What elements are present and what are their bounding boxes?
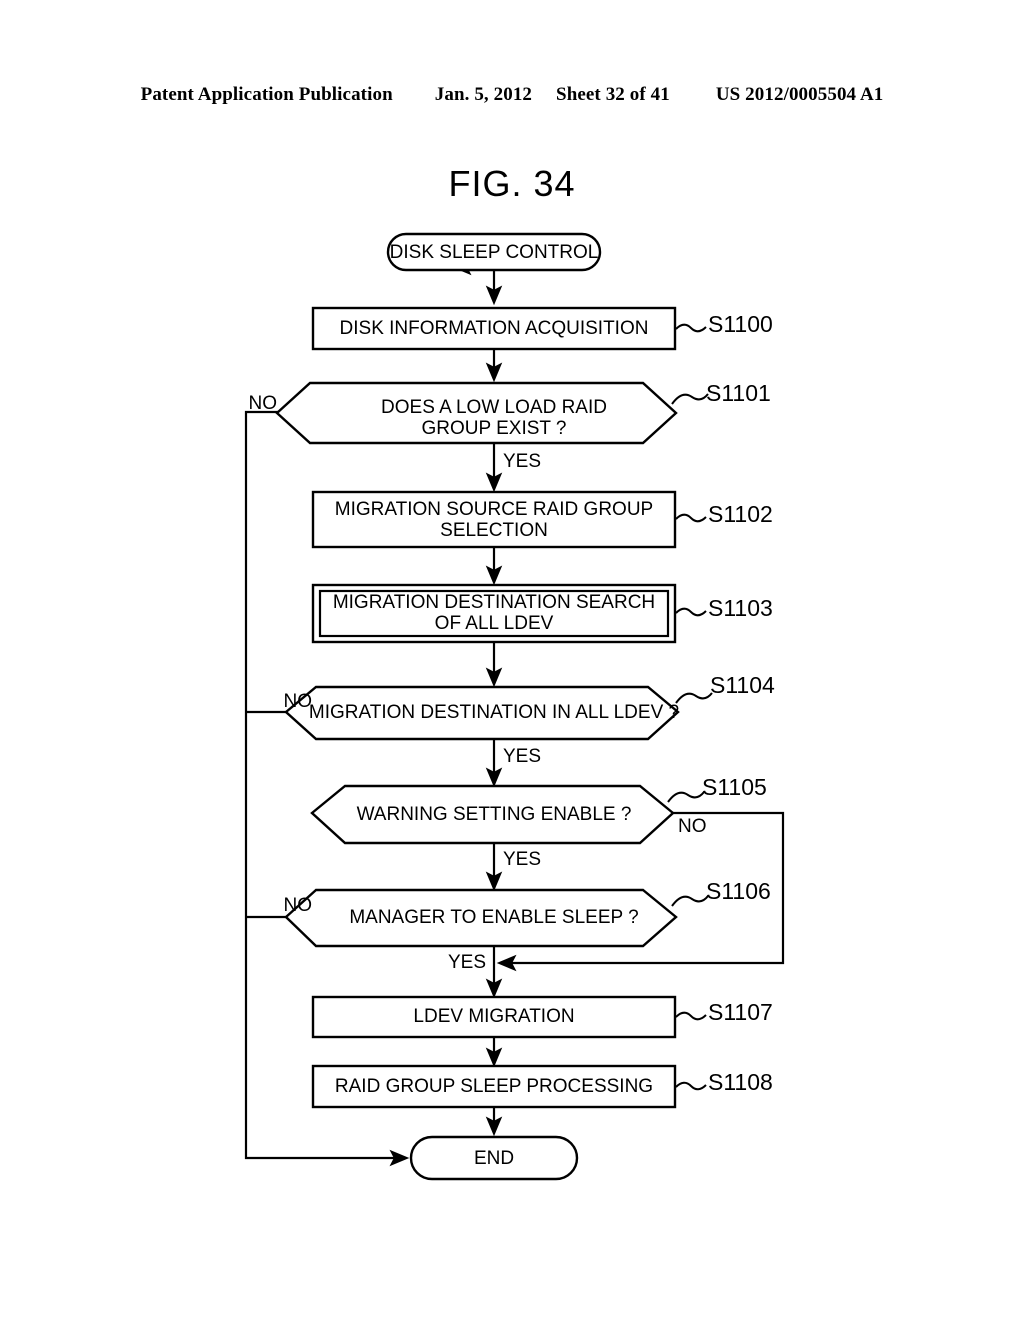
node-s1101: DOES A LOW LOAD RAID GROUP EXIST ? S1101…: [249, 380, 771, 472]
edge-label-s1104-no: NO: [284, 691, 313, 712]
node-s1100: DISK INFORMATION ACQUISITION S1100: [311, 306, 773, 351]
edge-label-s1104-yes: YES: [503, 746, 541, 767]
edge-label-s1105-yes: YES: [503, 849, 541, 870]
node-s1102-label-line2: SELECTION: [440, 520, 548, 541]
flowchart-canvas: DISK SLEEP CONTROL DISK INFORMATION ACQU…: [244, 232, 785, 1181]
node-s1106-label: MANAGER TO ENABLE SLEEP ?: [349, 907, 638, 928]
step-connector-s1106: [671, 895, 709, 907]
edge-label-s1106-no: NO: [284, 895, 313, 916]
node-s1103-label-line2: OF ALL LDEV: [435, 613, 554, 634]
step-connector-s1101: [671, 393, 709, 405]
node-s1107: LDEV MIGRATION S1107: [311, 995, 773, 1039]
step-connector-s1105: [667, 791, 705, 803]
node-s1105: WARNING SETTING ENABLE ? S1105 NO YES: [310, 774, 767, 870]
node-s1106: MANAGER TO ENABLE SLEEP ? S1106 NO YES: [284, 878, 771, 973]
node-start-label: DISK SLEEP CONTROL: [390, 242, 599, 263]
step-label-s1106: S1106: [706, 878, 771, 904]
node-s1103: MIGRATION DESTINATION SEARCH OF ALL LDEV…: [311, 583, 773, 644]
step-connector-s1100: [675, 323, 707, 333]
step-connector-s1104: [675, 692, 713, 704]
node-s1103-label-line1: MIGRATION DESTINATION SEARCH: [333, 592, 655, 613]
node-end: END: [409, 1135, 579, 1181]
node-s1107-label: LDEV MIGRATION: [413, 1006, 574, 1027]
node-s1104-label: MIGRATION DESTINATION IN ALL LDEV ?: [309, 702, 679, 723]
step-label-s1108: S1108: [708, 1069, 773, 1095]
edge-label-s1101-no: NO: [249, 393, 278, 414]
step-label-s1101: S1101: [706, 380, 771, 406]
patent-page: Patent Application Publication Jan. 5, 2…: [0, 0, 1024, 1320]
step-connector-s1102: [675, 513, 707, 523]
step-label-s1104: S1104: [710, 672, 775, 698]
step-label-s1103: S1103: [708, 595, 773, 621]
node-start: DISK SLEEP CONTROL: [386, 232, 602, 272]
node-s1102: MIGRATION SOURCE RAID GROUP SELECTION S1…: [311, 490, 773, 549]
node-s1101-label-line2: GROUP EXIST ?: [421, 418, 566, 439]
step-label-s1102: S1102: [708, 501, 773, 527]
step-connector-s1107: [675, 1011, 707, 1021]
step-label-s1107: S1107: [708, 999, 773, 1025]
node-s1104: MIGRATION DESTINATION IN ALL LDEV ? S110…: [284, 672, 776, 767]
step-connector-s1103: [675, 607, 707, 617]
node-end-label: END: [474, 1148, 514, 1169]
node-s1105-label: WARNING SETTING ENABLE ?: [357, 804, 632, 825]
node-s1108-label: RAID GROUP SLEEP PROCESSING: [335, 1076, 653, 1097]
node-s1101-label-line1: DOES A LOW LOAD RAID: [381, 397, 607, 418]
node-s1102-label-line1: MIGRATION SOURCE RAID GROUP: [335, 499, 653, 520]
edge-label-s1105-no: NO: [678, 816, 707, 837]
node-s1100-label: DISK INFORMATION ACQUISITION: [340, 318, 649, 339]
step-label-s1105: S1105: [702, 774, 767, 800]
step-label-s1100: S1100: [708, 311, 773, 337]
edge-label-s1106-yes: YES: [448, 952, 486, 973]
node-s1108: RAID GROUP SLEEP PROCESSING S1108: [311, 1064, 773, 1109]
edge-label-s1101-yes: YES: [503, 451, 541, 472]
step-connector-s1108: [675, 1081, 707, 1091]
